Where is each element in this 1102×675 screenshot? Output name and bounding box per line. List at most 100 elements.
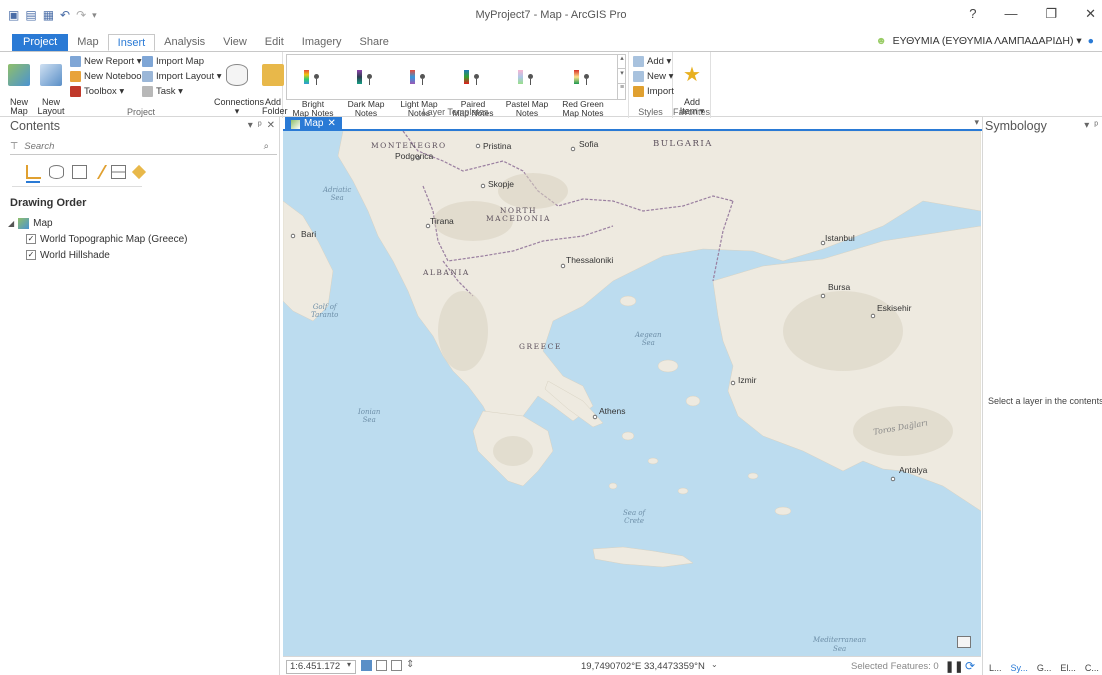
layer-templates-group-label: Layer Templates [422,107,489,117]
close-pane-icon[interactable]: ✕ [267,120,275,131]
scale-value: 1:6.451.172 [290,661,341,672]
label-thessaloniki: Thessaloniki [566,255,614,265]
tab-options-icon[interactable]: ▾ [974,117,979,128]
new-style-button[interactable]: New ▾ [633,71,673,82]
labeling-icon[interactable] [131,164,147,180]
tab-catalog[interactable]: C... [1085,663,1099,673]
map-node[interactable]: ◢ Map [8,215,279,231]
label-antalya: Antalya [899,465,928,475]
tab-edit[interactable]: Edit [256,34,293,51]
data-source-icon[interactable] [49,165,64,179]
notification-icon[interactable]: ● [1088,35,1094,47]
search-input[interactable] [24,141,225,152]
layer-templates-gallery: Bright Map Notes Dark Map Notes Light Ma… [286,54,626,117]
tab-map-view[interactable]: Map ✕ [285,117,342,131]
filter-icon[interactable]: ⊤ [10,141,18,152]
user-account[interactable]: ☻ ΕΥΘΥΜΙΑ (ΕΥΘΥΜΙΑ ΛΑΜΠΑΔΑΡΙΔΗ) ▾ ● [876,35,1094,47]
layer-visibility-checkbox[interactable]: ✓ [26,250,36,260]
task-icon [142,86,153,97]
coordinate-dropdown-icon[interactable]: ⌄ [711,660,718,669]
layer-templates-group: Bright Map Notes Dark Map Notes Light Ma… [283,52,629,118]
contents-search: ⊤ ⌕ [10,139,277,155]
tab-analysis[interactable]: Analysis [155,34,214,51]
add-style-button[interactable]: Add ▾ [633,56,671,67]
toolbox-icon [70,86,81,97]
contents-view-toolbar [26,163,279,181]
styles-group-label: Styles [638,107,663,117]
scale-selector[interactable]: 1:6.451.172 [286,660,356,674]
import-layout-icon [142,71,153,82]
label-greece: GREECE [519,342,562,351]
label-skopje: Skopje [488,179,514,189]
tab-geoprocessing[interactable]: G... [1037,663,1052,673]
map-status-bar: 1:6.451.172 ▾ ⇕ 19,7490702°E 33,4473359°… [283,656,981,675]
layer-item[interactable]: ✓ World Hillshade [8,247,279,263]
database-icon [226,64,248,86]
layer-item[interactable]: ✓ World Topographic Map (Greece) [8,231,279,247]
import-layout-button[interactable]: Import Layout ▾ [142,71,222,82]
search-icon[interactable]: ⌕ [264,141,269,152]
label-sea-of-crete: Sea of Crete [623,509,646,525]
table-icon[interactable] [391,660,402,671]
tab-share[interactable]: Share [351,34,398,51]
fixed-zoom-icon[interactable] [361,660,372,671]
report-icon [70,56,81,67]
grid-icon[interactable] [376,660,387,671]
symbology-pin-icon[interactable]: ᵖ [1094,120,1098,131]
contents-title: Contents [10,119,61,133]
tab-layer[interactable]: L... [989,663,1002,673]
snapping-icon[interactable] [111,165,126,179]
new-map-icon [8,64,30,86]
pane-options-icon[interactable]: ▾ [248,120,253,131]
toolbox-button[interactable]: Toolbox ▾ [70,86,124,97]
scale-dropdown-icon[interactable]: ▾ [347,660,351,669]
label-bursa: Bursa [828,282,851,292]
pause-drawing-icon[interactable]: ❚❚ [945,660,963,673]
drawing-order-icon[interactable] [26,165,41,179]
editing-icon[interactable] [90,165,108,179]
map-view-tabstrip: Map ✕ ▾ [283,117,983,131]
symbology-options-icon[interactable]: ▾ [1084,120,1089,131]
layer-visibility-checkbox[interactable]: ✓ [26,234,36,244]
restore-button[interactable]: ❐ [1045,6,1057,22]
symbology-header: Symbology ▾ ᵖ [983,117,1102,135]
new-report-button[interactable]: New Report ▾ [70,56,142,67]
pin-icon[interactable]: ᵖ [258,120,262,131]
label-montenegro: MONTENEGRO [371,141,447,150]
tab-insert[interactable]: Insert [107,34,156,51]
layer-tree: ◢ Map ✓ World Topographic Map (Greece) ✓… [8,215,279,263]
folder-icon [262,64,284,86]
tab-map[interactable]: Map [68,34,107,51]
selection-icon[interactable] [72,165,87,179]
minimize-button[interactable]: — [1004,6,1017,22]
tab-symbology[interactable]: Sy... [1011,663,1028,673]
task-button[interactable]: Task ▾ [142,86,183,97]
new-notebook-button[interactable]: New Notebook [70,71,146,82]
tab-view[interactable]: View [214,34,256,51]
label-athens: Athens [599,406,626,416]
refresh-icon[interactable]: ⟳ [965,659,975,673]
add-style-icon [633,56,644,67]
tab-element[interactable]: El... [1060,663,1076,673]
map-tips-icon[interactable] [957,636,971,648]
close-map-tab-icon[interactable]: ✕ [327,117,335,131]
import-map-button[interactable]: Import Map [142,56,204,67]
gallery-down-icon[interactable]: ▾ [618,69,626,84]
navigation-icon[interactable]: ⇕ [406,659,414,670]
map-canvas[interactable]: MONTENEGRO Podgorica Pristina Sofia BULG… [283,131,981,656]
gallery-expand-icon[interactable]: ≡ [618,84,626,91]
tab-project[interactable]: Project [12,34,69,51]
help-button[interactable]: ? [969,6,976,22]
label-mediterranean-sea: Mediterranean Sea [813,636,867,653]
import-style-button[interactable]: Import [633,86,674,97]
user-name: ΕΥΘΥΜΙΑ (ΕΥΘΥΜΙΑ ΛΑΜΠΑΔΑΡΙΔΗ) ▾ [892,35,1082,47]
layer-name: World Topographic Map (Greece) [40,233,188,245]
gallery-scrollbar[interactable]: ▴ ▾ ≡ [617,54,626,100]
gallery-up-icon[interactable]: ▴ [618,54,626,69]
selected-features-count[interactable]: Selected Features: 0 [851,661,939,672]
label-albania: ALBANIA [423,268,470,277]
collapse-icon[interactable]: ◢ [8,219,14,228]
close-button[interactable]: ✕ [1085,6,1096,22]
toolbar-divider [12,186,142,187]
tab-imagery[interactable]: Imagery [293,34,351,51]
